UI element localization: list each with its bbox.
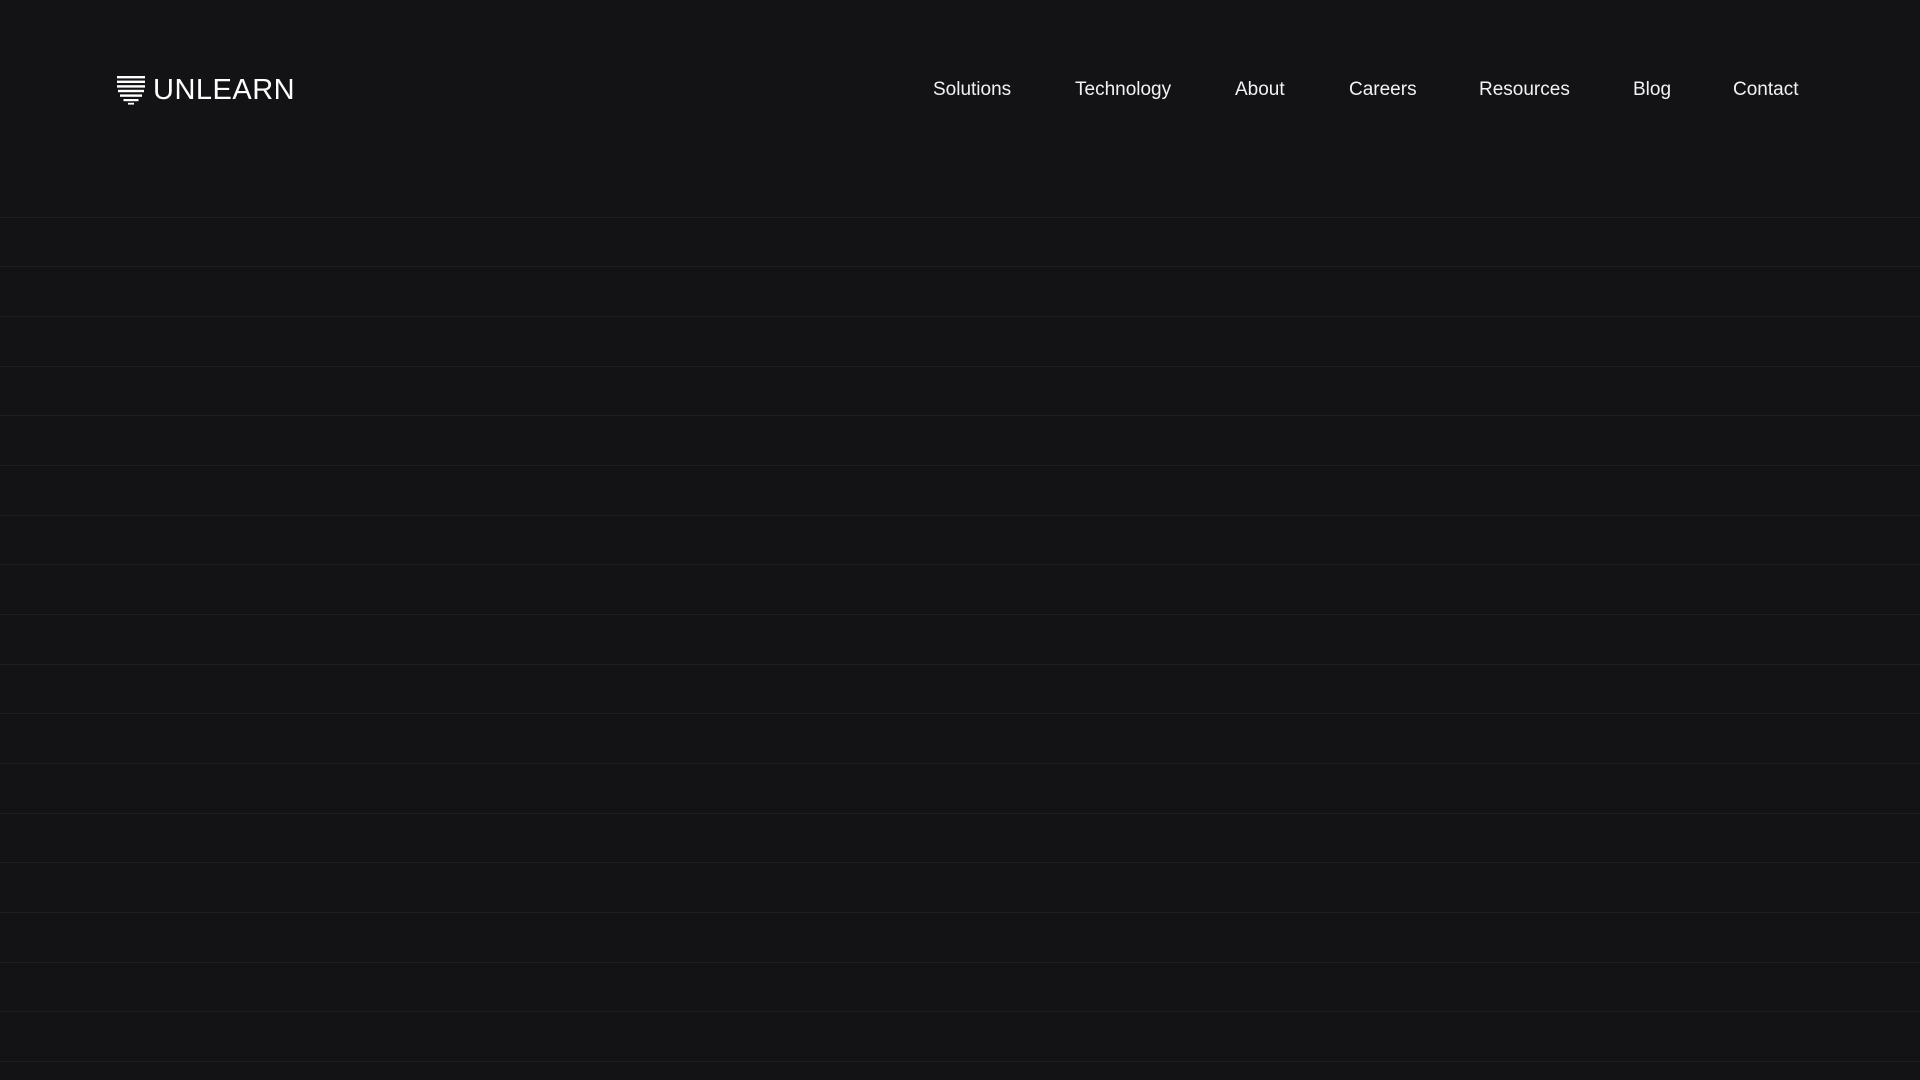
grid-line	[0, 217, 1920, 218]
grid-line	[0, 515, 1920, 516]
grid-line	[0, 366, 1920, 367]
nav-item-contact[interactable]: Contact	[1733, 78, 1798, 102]
grid-line	[0, 664, 1920, 665]
grid-line	[0, 614, 1920, 615]
grid-line	[0, 1061, 1920, 1062]
grid-line	[0, 316, 1920, 317]
nav-item-technology[interactable]: Technology	[1075, 78, 1171, 102]
nav-item-solutions[interactable]: Solutions	[933, 78, 1011, 102]
grid-line	[0, 813, 1920, 814]
nav-item-resources[interactable]: Resources	[1479, 78, 1570, 102]
grid-line	[0, 415, 1920, 416]
grid-line	[0, 266, 1920, 267]
grid-line	[0, 962, 1920, 963]
main-navigation: Solutions Technology About Careers Resou…	[0, 78, 1920, 102]
grid-line	[0, 465, 1920, 466]
grid-line	[0, 763, 1920, 764]
grid-line	[0, 862, 1920, 863]
nav-item-blog[interactable]: Blog	[1633, 78, 1671, 102]
page: UNLEARN Solutions Technology About Caree…	[0, 0, 1920, 1080]
grid-line	[0, 564, 1920, 565]
nav-item-about[interactable]: About	[1235, 78, 1285, 102]
nav-item-careers[interactable]: Careers	[1349, 78, 1417, 102]
grid-line	[0, 912, 1920, 913]
grid-line	[0, 1011, 1920, 1012]
grid-line	[0, 713, 1920, 714]
site-header: UNLEARN Solutions Technology About Caree…	[0, 0, 1920, 180]
